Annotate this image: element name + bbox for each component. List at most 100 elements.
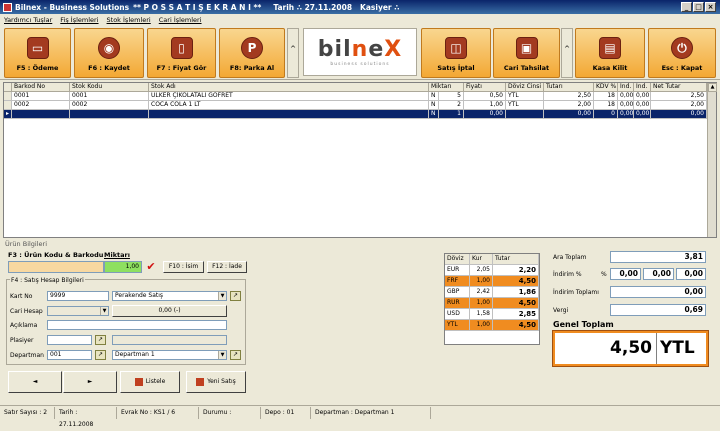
menu-bar: Yardımcı Tuşlar Fiş İşlemleri Stok İşlem… [0,14,720,26]
cari-balance-button[interactable]: 0,00 (-) [112,305,227,317]
app-name: Bilnex - Business Solutions [15,2,130,12]
logo-text: bilneX [317,37,403,62]
lock-register-button[interactable]: ▤ Kasa Kilit [575,28,645,78]
tax-value: 0,69 [610,304,706,316]
minimize-button[interactable]: _ [681,2,692,12]
status-row-count: Satır Sayısı : 2 [0,406,55,419]
save-button[interactable]: ◉ F6 : Kaydet [74,28,144,78]
quantity-input[interactable]: 1,00 [104,261,142,273]
currency-row: YTL 1,00 4,50 [445,320,539,331]
document-icon: ▯ [170,37,193,59]
status-warehouse: Depo : 01 [261,406,311,419]
park-button[interactable]: P F8: Parka Al [219,28,285,78]
discount-pct-sign: % [601,271,607,278]
chevron-down-icon: ▼ [218,351,226,359]
department-code-input[interactable]: 001 [47,350,92,360]
product-section-title: Ürün Bilgileri [5,240,48,248]
new-sale-button[interactable]: Yeni Satış [186,371,246,393]
screen-title: ** P O S S A T I Ş E K R A N I ** [133,2,262,12]
currency-table: Döviz Kur Tutar EUR 2,05 2,20 FRF 1,00 4,50 GB… [444,253,540,345]
scroll-up-icon[interactable]: ▲ [708,83,717,92]
cashier-label: Kasiyer ∴ [360,2,400,12]
currency-header: Döviz Kur Tutar [445,254,539,265]
title-bar: Bilnex - Business Solutions ** P O S S A… [0,0,720,14]
chevron-down-icon: ▼ [100,307,108,315]
date-label: Tarih ∴ 27.11.2008 [273,2,353,12]
product-code-label: F3 : Ürün Kodu & Barkodu [8,251,104,259]
status-department: Departman : Departman 1 [311,406,431,419]
list-icon [134,377,143,386]
app-icon [3,2,12,12]
payment-button[interactable]: ▭ F5 : Ödeme [4,28,71,78]
salesperson-input[interactable] [47,335,92,345]
cari-account-label: Cari Hesap [10,308,43,315]
product-code-input[interactable] [8,261,104,273]
menu-stock[interactable]: Stok İşlemleri [107,16,151,24]
chevron-down-icon: ▼ [218,292,226,300]
subtotal-label: Ara Toplam [553,254,587,261]
sale-type-select[interactable]: Perakende Satış ▼ [112,291,227,301]
grand-total-currency: YTL [660,338,695,358]
currency-row: EUR 2,05 2,20 [445,265,539,276]
power-icon: ⏻ [671,37,693,59]
description-input[interactable] [47,320,227,330]
lookup-icon[interactable]: ↗ [230,291,241,301]
grid-scrollbar[interactable]: ▲ [707,83,717,237]
confirm-check-icon[interactable]: ✔ [144,260,158,274]
cari-collection-button[interactable]: ▣ Cari Tahsilat [493,28,560,78]
salesperson-label: Plasiyer [10,337,34,344]
discount-input-3[interactable]: 0,00 [676,268,706,280]
status-document-no: Evrak No : KS1 / 6 [117,406,199,419]
card-no-input[interactable]: 9999 [47,291,109,301]
status-bar: Satır Sayısı : 2 Tarih : 27.11.2008 Evra… [0,405,720,428]
cash-icon: ▣ [515,37,538,59]
price-check-button[interactable]: ▯ F7 : Fiyat Gör [147,28,216,78]
basket-icon: ◫ [445,37,467,59]
parking-icon: P [241,37,263,59]
grand-total-amount: 4,50 [555,333,657,364]
cancel-sale-button[interactable]: ◫ Satış İptal [421,28,491,78]
logo-subtitle: business solutions [330,62,390,67]
bilnex-logo: bilneX business solutions [303,28,417,76]
currency-row: FRF 1,00 4,50 [445,276,539,287]
lookup-icon[interactable]: ↗ [95,350,106,360]
discount-input-2[interactable]: 0,00 [643,268,674,280]
menu-receipt[interactable]: Fiş İşlemleri [60,16,98,24]
discount-total-value: 0,00 [610,286,706,298]
maximize-button[interactable]: □ [693,2,704,12]
grand-total-label: Genel Toplam [553,320,614,329]
toolbar-expand-left[interactable]: ^ [287,28,299,78]
subtotal-value: 3,81 [610,251,706,263]
sales-grid[interactable]: Barkod No Stok Kodu Stok Adı Miktarı Fiy… [3,82,717,238]
previous-button[interactable]: ◄ [8,371,62,393]
exit-button[interactable]: ⏻ Esc : Kapat [648,28,716,78]
department-label: Departman [10,352,44,359]
payment-icon: ▭ [26,37,49,59]
menu-helper-keys[interactable]: Yardımcı Tuşlar [4,16,52,24]
status-date: Tarih : 27.11.2008 [55,406,117,428]
lookup-icon[interactable]: ↗ [95,335,106,345]
currency-row: RUR 1,00 4,50 [445,298,539,309]
discount-input-1[interactable]: 0,00 [610,268,641,280]
next-button[interactable]: ► [63,371,117,393]
lock-icon: ▤ [599,37,621,59]
f12-return-button[interactable]: F12 : İade [207,261,247,273]
quantity-label: Miktarı [104,251,130,259]
tax-label: Vergi [553,307,569,314]
status-state: Durumu : [199,406,261,419]
currency-row: GBP 2,42 1,86 [445,287,539,298]
f10-name-button[interactable]: F10 : İsim [163,261,204,273]
department-select[interactable]: Departman 1 ▼ [112,350,227,360]
menu-account[interactable]: Cari İşlemleri [159,16,202,24]
grand-total-box: 4,50 YTL [552,330,709,367]
salesperson-name [112,335,227,345]
currency-row: USD 1,58 2,85 [445,309,539,320]
card-no-label: Kart No [10,293,33,300]
description-label: Açıklama [10,322,38,329]
lookup-icon[interactable]: ↗ [230,350,241,360]
toolbar-expand-right[interactable]: ^ [561,28,573,78]
close-button[interactable]: × [705,2,716,12]
cari-account-select[interactable]: ▼ [47,306,109,316]
list-button[interactable]: Listele [120,371,180,393]
disk-icon: ◉ [98,37,120,59]
